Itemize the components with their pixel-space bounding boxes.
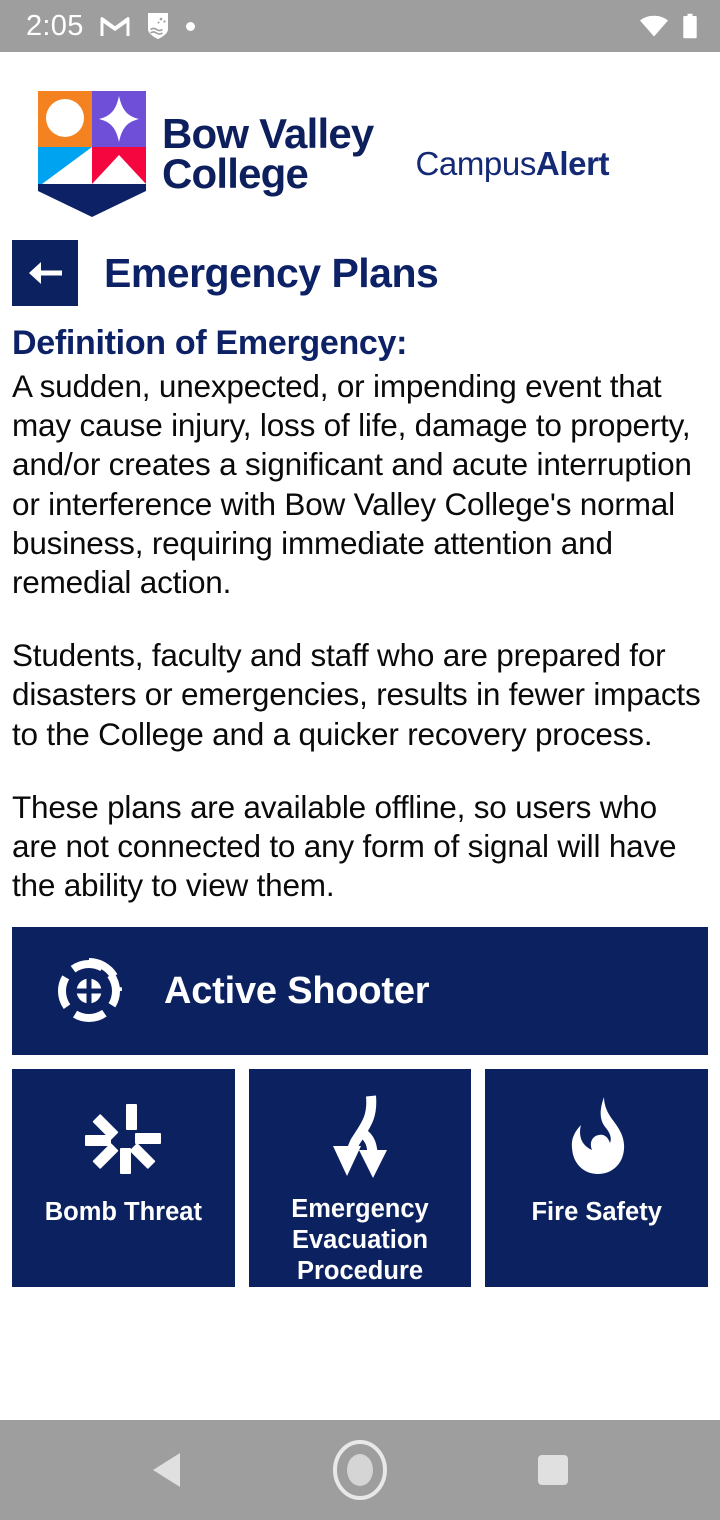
page-header: Emergency Plans	[12, 240, 720, 306]
brand-header: Bow Valley College CampusAlert	[0, 52, 720, 230]
section-heading: Definition of Emergency:	[12, 324, 408, 362]
paragraph-preparedness: Students, faculty and staff who are prep…	[12, 637, 701, 752]
page-title: Emergency Plans	[104, 249, 439, 296]
paragraph-offline: These plans are available offline, so us…	[12, 788, 677, 904]
tile-label: Emergency Evacuation Procedure	[291, 1195, 429, 1286]
tile-label: Fire Safety	[531, 1198, 662, 1227]
tile-label: Bomb Threat	[44, 1198, 202, 1227]
bow-valley-college-logo: Bow Valley College	[38, 91, 374, 217]
flame-icon	[554, 1091, 640, 1187]
wifi-icon	[639, 14, 669, 38]
nav-home-button[interactable]	[317, 1427, 403, 1513]
status-bar-left: 2:05	[26, 9, 195, 42]
app-root: 2:05 Bow Valley College CampusAlert Emer…	[0, 0, 720, 1520]
active-shooter-label: Active Shooter	[164, 969, 430, 1012]
back-arrow-icon	[29, 262, 62, 284]
campus-alert-wordmark: CampusAlert	[415, 125, 609, 183]
tile-fire-safety[interactable]: Fire Safety	[485, 1069, 709, 1288]
recents-square-icon	[538, 1455, 569, 1485]
emergency-plan-tiles: Bomb Threat Emergency Evacuation Procedu…	[12, 1069, 709, 1288]
back-triangle-icon	[152, 1453, 180, 1487]
campus-alert-regular: Campus	[415, 145, 536, 182]
tile-bomb-threat[interactable]: Bomb Threat	[12, 1069, 235, 1288]
app-shield-icon	[146, 12, 170, 40]
paragraph-definition: A sudden, unexpected, or impending event…	[12, 368, 692, 601]
emergency-definition-block: Definition of Emergency: A sudden, unexp…	[0, 306, 720, 905]
logo-wordmark: Bow Valley College	[162, 109, 374, 197]
explosion-burst-icon	[80, 1091, 166, 1187]
status-bar: 2:05	[0, 0, 720, 52]
back-button[interactable]	[12, 240, 78, 306]
gmail-icon	[100, 14, 130, 38]
logo-line-1: Bow Valley	[162, 109, 374, 157]
logo-line-2: College	[162, 150, 309, 197]
home-circle-icon	[332, 1440, 387, 1500]
active-shooter-banner[interactable]: Active Shooter	[12, 927, 708, 1056]
split-arrows-down-icon	[317, 1091, 403, 1184]
android-nav-bar	[0, 1420, 720, 1520]
campus-alert-bold: Alert	[535, 145, 610, 182]
scroll-content: Bow Valley College CampusAlert Emergency…	[0, 52, 720, 1420]
battery-icon	[682, 13, 698, 39]
crosshair-target-icon	[58, 958, 122, 1023]
nav-back-button[interactable]	[124, 1427, 210, 1513]
tile-emergency-evacuation-procedure[interactable]: Emergency Evacuation Procedure	[248, 1069, 472, 1288]
notification-dot-icon	[185, 21, 195, 31]
status-bar-right	[639, 13, 698, 39]
status-clock: 2:05	[26, 9, 84, 42]
shield-logo-icon	[38, 91, 146, 217]
nav-recents-button[interactable]	[510, 1427, 596, 1513]
